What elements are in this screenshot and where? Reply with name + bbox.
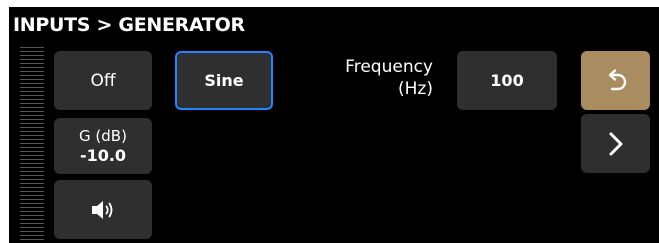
power-toggle-button[interactable]: Off <box>54 51 152 110</box>
page-title: INPUTS > GENERATOR <box>13 14 245 36</box>
chevron-right-icon <box>604 129 628 159</box>
next-button[interactable] <box>581 114 650 173</box>
frequency-value-button[interactable]: 100 <box>457 51 557 110</box>
frequency-label: Frequency (Hz) <box>309 56 433 100</box>
gain-label: G (dB) <box>79 127 127 145</box>
frequency-label-line2: (Hz) <box>398 79 433 99</box>
frequency-label-line1: Frequency <box>345 57 433 77</box>
undo-arrow-icon <box>601 66 631 96</box>
waveform-sine-button[interactable]: Sine <box>175 51 273 110</box>
level-meter <box>20 47 44 243</box>
gain-value: -10.0 <box>79 146 127 165</box>
speaker-icon <box>90 198 116 222</box>
speaker-button[interactable] <box>54 180 152 239</box>
gain-button[interactable]: G (dB) -10.0 <box>54 118 152 174</box>
generator-panel: INPUTS > GENERATOR Off G (dB) -10.0 Sine… <box>9 7 659 243</box>
back-button[interactable] <box>581 51 650 110</box>
